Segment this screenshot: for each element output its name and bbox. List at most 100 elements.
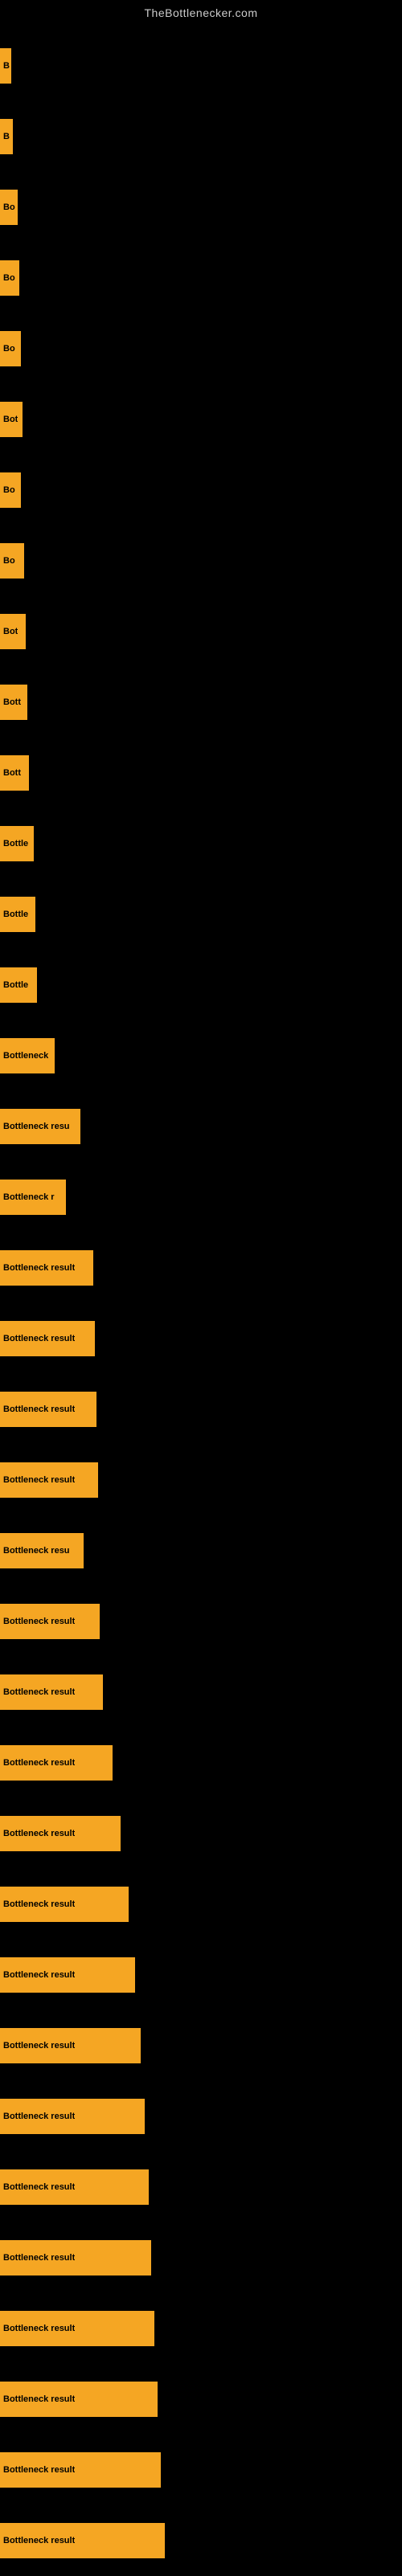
bar-row: Bottleneck resu (0, 1515, 402, 1586)
bar-label: B (3, 61, 10, 71)
bar-row: Bo (0, 525, 402, 596)
bar-row: Bot (0, 384, 402, 455)
bar-label: Bottleneck result (3, 1829, 75, 1838)
bar-row: Bottleneck result (0, 2435, 402, 2505)
bar-item: Bottle (0, 897, 35, 932)
bar-item: Bottleneck resu (0, 1533, 84, 1568)
bar-row: Bo (0, 243, 402, 313)
bar-label: Bottleneck result (3, 2253, 75, 2263)
bars-container: B B Bo Bo Bo Bot Bo Bo Bot Bott Bott Bottle Bottle Bo… (0, 22, 402, 2576)
bar-item: Bot (0, 402, 23, 437)
bar-label: Bottleneck result (3, 2324, 75, 2333)
bar-row: Bottleneck result (0, 2222, 402, 2293)
bar-label: Bottleneck result (3, 1617, 75, 1626)
bar-row: Bottle (0, 950, 402, 1020)
bar-label: Bottleneck result (3, 1899, 75, 1909)
bar-item: Bo (0, 260, 19, 296)
site-title: TheBottlenecker.com (0, 0, 402, 22)
bar-row: Bottle (0, 808, 402, 879)
bar-label: Bottleneck result (3, 2536, 75, 2545)
bar-row: Bot (0, 596, 402, 667)
bar-item: Bo (0, 543, 24, 579)
bar-item: Bot (0, 614, 26, 649)
bar-item: Bottleneck result (0, 1392, 96, 1427)
bar-row: B (0, 31, 402, 101)
bar-item: Bottleneck result (0, 2311, 154, 2346)
bar-item: Bottleneck result (0, 2523, 165, 2558)
bar-label: Bottle (3, 980, 28, 990)
bar-row: Bottleneck result (0, 1728, 402, 1798)
bar-item: Bottleneck result (0, 2169, 149, 2205)
bar-row: Bo (0, 455, 402, 525)
bar-label: Bot (3, 627, 18, 636)
bar-item: Bo (0, 331, 21, 366)
bar-row: Bottleneck result (0, 2364, 402, 2435)
bar-label: Bottleneck result (3, 1758, 75, 1768)
bar-label: Bottleneck result (3, 1263, 75, 1273)
bar-item: Bottleneck result (0, 1321, 95, 1356)
bar-row: Bottleneck result (0, 2081, 402, 2152)
bar-row: Bottleneck result (0, 2505, 402, 2576)
bar-row: Bottleneck result (0, 2293, 402, 2364)
bar-item: Bottleneck (0, 1038, 55, 1073)
bar-item: Bottleneck r (0, 1180, 66, 1215)
bar-label: Bottleneck result (3, 2041, 75, 2051)
bar-row: Bo (0, 313, 402, 384)
bar-label: Bottleneck result (3, 2394, 75, 2404)
bar-row: Bottleneck (0, 1020, 402, 1091)
bar-label: Bottleneck r (3, 1192, 55, 1202)
bar-item: Bottleneck result (0, 2382, 158, 2417)
bar-item: Bo (0, 472, 21, 508)
bar-label: Bottleneck result (3, 2112, 75, 2121)
bar-row: Bottle (0, 879, 402, 950)
bar-row: Bottleneck result (0, 1869, 402, 1940)
bar-item: Bottle (0, 826, 34, 861)
bar-row: Bott (0, 738, 402, 808)
bar-label: Bottleneck result (3, 1405, 75, 1414)
bar-row: Bottleneck result (0, 1303, 402, 1374)
bar-item: Bottleneck result (0, 1816, 121, 1851)
bar-label: Bottle (3, 910, 28, 919)
bar-row: B (0, 101, 402, 172)
bar-item: Bottleneck result (0, 2452, 161, 2488)
bar-item: Bo (0, 190, 18, 225)
bar-row: Bott (0, 667, 402, 738)
bar-row: Bottleneck result (0, 1798, 402, 1869)
bar-row: Bottleneck result (0, 1445, 402, 1515)
bar-label: Bottleneck resu (3, 1122, 70, 1131)
bar-item: Bottleneck result (0, 1957, 135, 1993)
bar-item: Bottleneck result (0, 2028, 141, 2063)
bar-label: Bot (3, 415, 18, 424)
bar-label: Bott (3, 768, 21, 778)
bar-label: Bottleneck result (3, 1475, 75, 1485)
bar-item: Bott (0, 685, 27, 720)
bar-row: Bottleneck result (0, 1586, 402, 1657)
bar-item: Bottleneck result (0, 1674, 103, 1710)
bar-item: Bottle (0, 967, 37, 1003)
bar-label: Bottleneck result (3, 1970, 75, 1980)
bar-label: Bo (3, 556, 15, 566)
bar-label: Bo (3, 344, 15, 354)
bar-item: Bottleneck result (0, 1745, 113, 1781)
bar-item: Bottleneck result (0, 1250, 93, 1286)
bar-item: Bottleneck result (0, 2240, 151, 2275)
bar-label: Bottleneck (3, 1051, 48, 1061)
bar-label: Bo (3, 485, 15, 495)
bar-item: Bottleneck resu (0, 1109, 80, 1144)
bar-label: Bott (3, 697, 21, 707)
bar-row: Bottleneck result (0, 1940, 402, 2010)
bar-item: Bottleneck result (0, 1887, 129, 1922)
bar-row: Bottleneck result (0, 1374, 402, 1445)
bar-item: B (0, 48, 11, 84)
bar-row: Bottleneck result (0, 2152, 402, 2222)
bar-item: B (0, 119, 13, 154)
bar-label: Bottleneck result (3, 1687, 75, 1697)
bar-label: B (3, 132, 10, 141)
bar-row: Bottleneck r (0, 1162, 402, 1233)
bar-row: Bo (0, 172, 402, 243)
bar-label: Bottle (3, 839, 28, 848)
bar-label: Bottleneck result (3, 2465, 75, 2475)
bar-item: Bott (0, 755, 29, 791)
bar-item: Bottleneck result (0, 2099, 145, 2134)
bar-label: Bottleneck resu (3, 1546, 70, 1556)
